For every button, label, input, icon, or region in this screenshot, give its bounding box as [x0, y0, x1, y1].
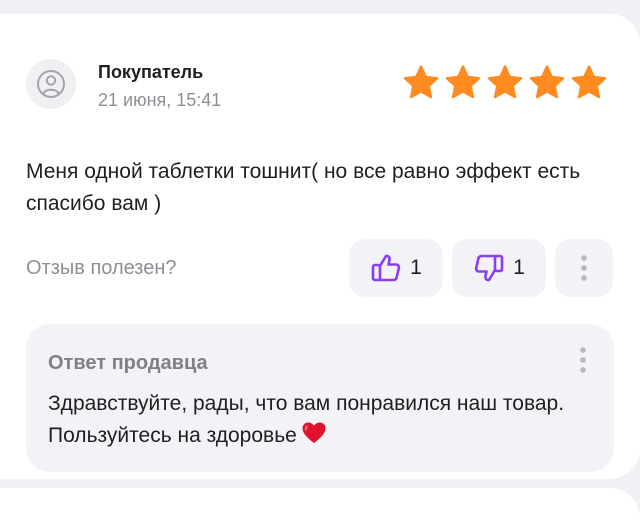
more-vertical-icon	[581, 255, 587, 281]
seller-reply-body: Здравствуйте, рады, что вам понравился н…	[48, 388, 588, 452]
dislike-count: 1	[513, 256, 525, 279]
star-icon	[571, 65, 607, 99]
review-more-button[interactable]	[555, 239, 613, 297]
avatar	[26, 59, 76, 109]
seller-reply: Ответ продавца Здравствуйте, рады, что в…	[26, 324, 614, 472]
review-card: Покупатель 21 июня, 15:41 Меня одной таб…	[0, 14, 640, 479]
star-icon	[487, 65, 523, 99]
more-vertical-icon	[580, 347, 586, 373]
thumbs-down-icon	[474, 254, 504, 282]
dislike-button[interactable]: 1	[452, 239, 546, 297]
like-count: 1	[410, 256, 422, 279]
like-button[interactable]: 1	[349, 239, 443, 297]
thumbs-up-icon	[371, 254, 401, 282]
review-text: Меня одной таблетки тошнит( но все равно…	[26, 160, 581, 215]
review-date: 21 июня, 15:41	[98, 90, 222, 110]
user-avatar-icon	[37, 70, 65, 98]
next-review-card	[0, 488, 640, 528]
star-icon	[445, 65, 481, 99]
heart-icon	[302, 422, 326, 443]
rating-stars	[402, 64, 608, 102]
seller-reply-title: Ответ продавца	[48, 352, 208, 374]
helpful-label: Отзыв полезен?	[26, 257, 177, 279]
star-icon	[529, 65, 565, 99]
reply-more-button[interactable]	[571, 342, 595, 378]
author-name: Покупатель	[98, 62, 204, 82]
star-icon	[403, 65, 439, 99]
